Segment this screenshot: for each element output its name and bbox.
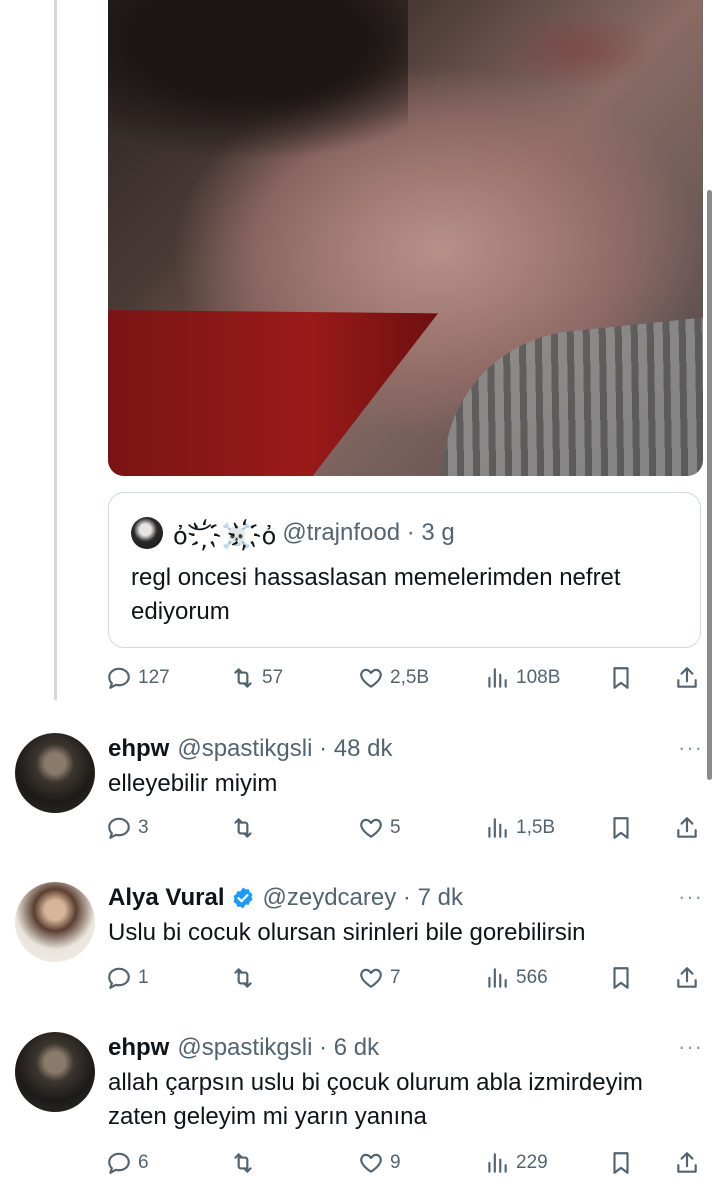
share-button[interactable] [674,1148,700,1178]
retweet-icon [234,668,252,688]
more-icon[interactable]: ··· [678,735,703,761]
bookmark-icon [613,967,629,989]
retweet-button[interactable]: 57 [230,663,283,693]
retweet-button[interactable] [230,813,262,843]
retweet-button[interactable] [230,1148,262,1178]
avatar[interactable] [15,1032,95,1112]
reply-text: allah çarpsın uslu bi çocuk olurum abla … [108,1069,643,1130]
retweet-icon [234,1153,252,1173]
share-icon [677,817,697,838]
like-button[interactable]: 2,5B [358,663,429,693]
views-icon [488,1153,507,1173]
reply-text: Uslu bi cocuk olursan sirinleri bile gor… [108,919,586,946]
quoted-tweet-text: regl oncesi hassaslasan memelerimden nef… [131,564,621,625]
views-button[interactable]: 1,5B [484,813,555,843]
quoted-author-handle[interactable]: @trajnfood · 3 g [282,519,454,547]
views-icon [488,668,507,688]
like-button[interactable]: 9 [358,1148,401,1178]
quoted-tweet[interactable]: ὀ︶҉☠️҉ὀ @trajnfood · 3 g regl oncesi has… [108,492,701,648]
share-button[interactable] [674,663,700,693]
retweet-icon [234,818,252,838]
bookmark-button[interactable] [608,813,634,843]
like-button[interactable]: 7 [358,963,401,993]
retweet-icon [234,968,252,988]
bookmark-icon [613,817,629,839]
author-name[interactable]: ehpw [108,735,169,763]
like-icon [360,818,382,838]
bookmark-icon [613,667,629,689]
reply-text: elleyebilir miyim [108,770,278,797]
bookmark-button[interactable] [608,663,634,693]
thread-line [54,0,57,700]
like-icon [360,968,382,988]
author-handle[interactable]: @spastikgsli · 6 dk [177,1034,379,1062]
bookmark-button[interactable] [608,963,634,993]
views-icon [488,968,507,988]
author-name[interactable]: Alya Vural [108,884,225,912]
like-icon [360,1153,382,1173]
avatar[interactable] [131,517,163,549]
more-icon[interactable]: ··· [678,884,703,910]
avatar[interactable] [15,733,95,813]
quoted-tweet-header: ὀ︶҉☠️҉ὀ @trajnfood · 3 g [131,515,455,551]
retweet-button[interactable] [230,963,262,993]
bookmark-button[interactable] [608,1148,634,1178]
reply-icon [108,1152,130,1174]
bookmark-icon [613,1152,629,1174]
verified-icon [233,887,252,909]
share-icon [677,967,697,988]
reply-header: ehpw @spastikgsli · 6 dk [108,1032,379,1064]
like-icon [360,668,382,688]
reply-icon [108,667,130,689]
author-handle[interactable]: @spastikgsli · 48 dk [177,735,392,763]
more-icon[interactable]: ··· [678,1034,703,1060]
share-button[interactable] [674,963,700,993]
reply-button[interactable]: 6 [106,1148,149,1178]
scrollbar[interactable] [707,190,712,780]
tweet-media-image[interactable] [108,0,703,476]
reply-actions: 3 5 1,5B [106,813,706,843]
reply-header: ehpw @spastikgsli · 48 dk [108,733,392,765]
quoted-author-name[interactable]: ὀ︶҉☠️҉ὀ [173,516,276,551]
reply-button[interactable]: 3 [106,813,149,843]
author-handle[interactable]: @zeydcarey · 7 dk [263,884,463,912]
share-icon [677,1152,697,1173]
reply-button[interactable]: 127 [106,663,170,693]
reply-icon [108,817,130,839]
reply-actions: 1 7 566 [106,963,706,993]
like-button[interactable]: 5 [358,813,401,843]
share-button[interactable] [674,813,700,843]
reply-actions: 6 9 229 [106,1148,706,1178]
avatar[interactable] [15,882,95,962]
share-icon [677,667,697,688]
reply-button[interactable]: 1 [106,963,149,993]
views-button[interactable]: 566 [484,963,548,993]
views-button[interactable]: 229 [484,1148,548,1178]
main-tweet-actions: 127 57 2,5B 108B [106,663,706,693]
views-button[interactable]: 108B [484,663,560,693]
reply-icon [108,967,130,989]
views-icon [488,818,507,838]
author-name[interactable]: ehpw [108,1034,169,1062]
reply-header: Alya Vural @zeydcarey · 7 dk [108,882,463,914]
